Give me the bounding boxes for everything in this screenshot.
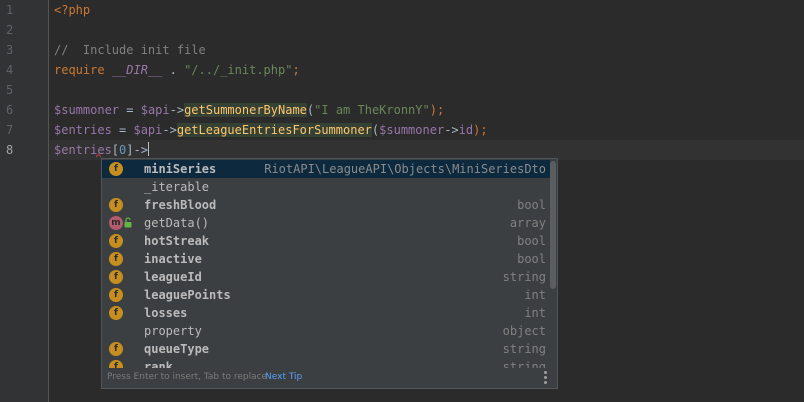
current-line-highlight bbox=[49, 140, 804, 160]
completion-item-type: bool bbox=[517, 252, 546, 266]
completion-item[interactable]: f leaguePoints int bbox=[102, 286, 550, 304]
line-number: 3 bbox=[6, 43, 14, 57]
completion-item-name: getData() bbox=[144, 216, 210, 230]
semicolon: ; bbox=[292, 63, 300, 77]
api-variable: $api bbox=[133, 123, 163, 137]
completion-item-type: string bbox=[502, 270, 546, 284]
completion-item[interactable]: property object bbox=[102, 322, 550, 340]
assign-operator: = bbox=[111, 123, 134, 137]
summoner-name-string: "I am TheKronnY" bbox=[314, 103, 430, 117]
completion-item-type: RiotAPI\LeagueAPI\Objects\MiniSeriesDto bbox=[264, 162, 546, 176]
close-paren: ); bbox=[473, 123, 488, 137]
more-options-icon[interactable] bbox=[544, 371, 547, 384]
completion-item[interactable]: f queueType string bbox=[102, 340, 550, 358]
line-number: 2 bbox=[6, 23, 14, 37]
php-open-tag: <?php bbox=[54, 3, 91, 17]
code-line-4[interactable]: require __DIR__ . "/../_init.php"; bbox=[54, 60, 300, 80]
arrow-operator: -> bbox=[169, 103, 185, 117]
api-variable: $api bbox=[140, 103, 170, 117]
completion-item-name: leaguePoints bbox=[144, 288, 231, 302]
line-number: 7 bbox=[6, 123, 14, 137]
completion-hint: Press Enter to insert, Tab to replace bbox=[107, 372, 268, 382]
completion-item-name: freshBlood bbox=[144, 198, 217, 212]
line-number: 6 bbox=[6, 103, 14, 117]
completion-list[interactable]: f miniSeries RiotAPI\LeagueAPI\Objects\M… bbox=[102, 159, 550, 368]
completion-item-name: losses bbox=[144, 306, 188, 320]
line-number: 1 bbox=[6, 3, 14, 17]
completion-scrollbar[interactable] bbox=[550, 161, 556, 289]
completion-item-name: leagueId bbox=[144, 270, 202, 284]
method-call: getSummonerByName bbox=[184, 103, 307, 117]
arrow-operator: -> bbox=[133, 143, 148, 157]
completion-item-type: bool bbox=[517, 198, 546, 212]
completion-item[interactable]: _iterable bbox=[102, 178, 550, 196]
field-icon: f bbox=[109, 162, 123, 176]
open-bracket: [ bbox=[111, 143, 120, 157]
text-caret bbox=[147, 142, 149, 156]
public-unlock-icon bbox=[124, 217, 132, 228]
dir-constant: __DIR__ bbox=[111, 63, 163, 77]
completion-item-name: miniSeries bbox=[144, 162, 217, 176]
field-icon: f bbox=[109, 270, 123, 284]
field-icon: f bbox=[109, 252, 123, 266]
assign-operator: = bbox=[119, 103, 141, 117]
field-icon: f bbox=[109, 306, 123, 320]
field-icon: f bbox=[109, 342, 123, 356]
completion-item-type: bool bbox=[517, 234, 546, 248]
next-tip-link[interactable]: Next Tip bbox=[265, 366, 302, 388]
summoner-variable: $summoner bbox=[379, 123, 445, 137]
line-number-gutter: 1 2 3 4 5 6 7 8 bbox=[0, 0, 49, 402]
line-number: 4 bbox=[6, 63, 14, 77]
entries-variable: $entries bbox=[54, 123, 112, 137]
field-icon: f bbox=[109, 234, 123, 248]
arrow-operator: -> bbox=[444, 123, 459, 137]
completion-item[interactable]: m getData() array bbox=[102, 214, 550, 232]
completion-item-name: inactive bbox=[144, 252, 202, 266]
concat-operator: . bbox=[162, 63, 185, 77]
completion-item-name: _iterable bbox=[144, 180, 210, 194]
entries-variable: $entries bbox=[54, 143, 112, 157]
code-line-6[interactable]: $summoner = $api->getSummonerByName("I a… bbox=[54, 100, 444, 120]
field-icon: f bbox=[109, 288, 123, 302]
line-number-current: 8 bbox=[6, 143, 14, 157]
completion-item[interactable]: f leagueId string bbox=[102, 268, 550, 286]
completion-item[interactable]: f losses int bbox=[102, 304, 550, 322]
completion-item-name: queueType bbox=[144, 342, 210, 356]
completion-item[interactable]: f hotStreak bool bbox=[102, 232, 550, 250]
require-keyword: require bbox=[54, 63, 105, 77]
field-icon: f bbox=[109, 198, 123, 212]
id-property: id bbox=[458, 123, 474, 137]
completion-item[interactable]: f freshBlood bool bbox=[102, 196, 550, 214]
summoner-variable: $summoner bbox=[54, 103, 120, 117]
code-line-1[interactable]: <?php bbox=[54, 0, 90, 20]
completion-item-name: hotStreak bbox=[144, 234, 210, 248]
completion-item[interactable]: f inactive bool bbox=[102, 250, 550, 268]
method-icon: m bbox=[109, 216, 123, 230]
close-paren: ); bbox=[429, 103, 445, 117]
completion-item-name: property bbox=[144, 324, 202, 338]
completion-popup[interactable]: f miniSeries RiotAPI\LeagueAPI\Objects\M… bbox=[101, 158, 558, 389]
completion-item-type: object bbox=[502, 324, 546, 338]
completion-item-type: int bbox=[524, 306, 546, 320]
code-line-3[interactable]: // Include init file bbox=[54, 40, 206, 60]
completion-item-type: int bbox=[524, 288, 546, 302]
completion-item-selected[interactable]: f miniSeries RiotAPI\LeagueAPI\Objects\M… bbox=[102, 160, 550, 178]
method-call: getLeagueEntriesForSummoner bbox=[176, 123, 372, 137]
close-bracket: ] bbox=[126, 143, 134, 157]
arrow-operator: -> bbox=[162, 123, 177, 137]
completion-footer: Press Enter to insert, Tab to replace Ne… bbox=[102, 366, 557, 388]
completion-item-type: array bbox=[509, 216, 546, 230]
completion-item-type: string bbox=[502, 342, 546, 356]
line-number: 5 bbox=[6, 83, 14, 97]
comment: // Include init file bbox=[54, 43, 206, 57]
path-string: "/../_init.php" bbox=[184, 63, 293, 77]
code-line-8[interactable]: $entries[0]-> bbox=[54, 140, 149, 160]
code-line-7[interactable]: $entries = $api->getLeagueEntriesForSumm… bbox=[54, 120, 488, 140]
